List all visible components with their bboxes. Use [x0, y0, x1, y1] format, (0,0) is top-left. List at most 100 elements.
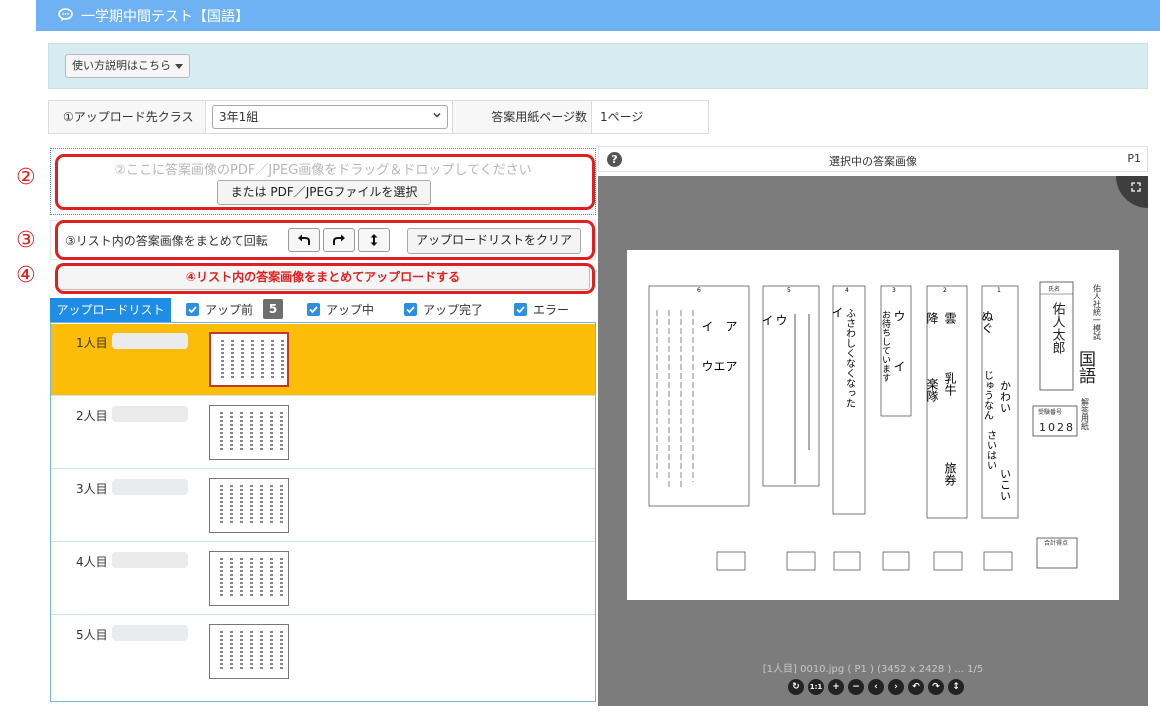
chat-bubble-icon	[58, 8, 73, 22]
actual-size-button[interactable]: 1:1	[808, 679, 824, 695]
student-label: 5人目	[76, 628, 108, 642]
pages-value: 1ページ	[591, 100, 709, 134]
vertical-arrows-icon: ↕	[952, 682, 960, 692]
pages-label: 答案用紙ページ数	[452, 100, 592, 134]
step-2-highlight	[55, 154, 595, 210]
section-number: 2	[943, 287, 947, 294]
fullscreen-toggle[interactable]	[1116, 176, 1148, 208]
answer-text: ふさわしくなくなった	[844, 308, 856, 408]
flip-view-button[interactable]: ↕	[948, 679, 964, 695]
section-number: 4	[845, 287, 849, 294]
answer-thumbnail[interactable]	[209, 478, 289, 533]
answer-text: イ	[760, 314, 774, 326]
sheet-doc: 解答用紙	[1081, 397, 1090, 431]
filter-error-label: エラー	[533, 303, 570, 317]
page-title: 一学期中間テスト【国語】	[81, 9, 249, 25]
chevron-right-icon: ›	[894, 682, 898, 692]
student-name-placeholder	[112, 406, 188, 422]
answer-text: 雲	[943, 312, 957, 324]
answer-text: ウ	[774, 314, 788, 326]
answer-sheet-drawing: 佑人社統一模試 国語 解答用紙 氏名 佑人太郎 受験番号 1028 合計得点 1…	[648, 281, 1102, 571]
filter-uploading-label: アップ中	[326, 303, 375, 317]
answer-text: ウ	[892, 310, 906, 322]
section-number: 5	[787, 287, 791, 294]
answer-text: ぬぐ	[980, 310, 994, 334]
checkmark-icon	[188, 306, 197, 314]
answer-text: 旅券	[943, 462, 957, 486]
image-caption: [1人目] 0010.jpg ( P1 ) (3452 x 2428 ) ...…	[762, 664, 984, 675]
chevron-down-icon	[433, 113, 441, 118]
name-label: 氏名	[1048, 285, 1060, 293]
answer-text: 楽隊	[925, 378, 939, 402]
image-viewer[interactable]: 佑人社統一模試 国語 解答用紙 氏名 佑人太郎 受験番号 1028 合計得点 1…	[598, 176, 1148, 706]
answer-thumbnail[interactable]	[209, 332, 289, 387]
filter-done-label: アップ完了	[423, 303, 484, 317]
answer-thumbnail[interactable]	[209, 624, 289, 679]
checkmark-icon	[309, 306, 318, 314]
rotate-left-icon: ↶	[912, 682, 920, 692]
list-item[interactable]: 3人目	[51, 470, 595, 542]
class-select-value: 3年1組	[219, 110, 259, 124]
answer-text: ア	[724, 320, 738, 332]
answer-thumbnail[interactable]	[209, 551, 289, 606]
answer-text: 乳牛	[943, 372, 957, 396]
upload-list: 1人目 2人目 3人目 4人目 5人目	[50, 322, 596, 702]
exam-no-label: 受験番号	[1038, 408, 1062, 416]
list-item[interactable]: 4人目	[51, 543, 595, 615]
zoom-in-button[interactable]: +	[828, 679, 844, 695]
next-button[interactable]: ›	[888, 679, 904, 695]
checkmark-icon	[516, 306, 525, 314]
answer-text: お待ちしています	[880, 310, 891, 382]
class-select[interactable]: 3年1組	[212, 105, 448, 129]
step-3-marker: ③	[16, 228, 36, 253]
rotate-left-view-button[interactable]: ↶	[908, 679, 924, 695]
before-count-badge: 5	[263, 299, 283, 319]
zoom-out-button[interactable]: −	[848, 679, 864, 695]
filter-before-checkbox[interactable]	[186, 303, 199, 316]
reset-button[interactable]: ↻	[788, 679, 804, 695]
rotate-right-view-button[interactable]: ↷	[928, 679, 944, 695]
rotate-right-icon: ↷	[932, 682, 940, 692]
answer-text: イ	[892, 360, 906, 372]
step-4-highlight	[55, 263, 595, 294]
plus-icon: +	[832, 682, 840, 692]
help-dropdown-button[interactable]: 使い方説明はこちら	[65, 54, 190, 78]
total-label: 合計得点	[1044, 539, 1068, 547]
student-name-placeholder	[112, 625, 188, 641]
chevron-left-icon: ‹	[874, 682, 878, 692]
step-2-marker: ②	[16, 165, 36, 190]
caret-down-icon	[175, 63, 183, 69]
help-button-label: 使い方説明はこちら	[72, 59, 171, 72]
checkmark-icon	[406, 306, 415, 314]
section-number: 3	[892, 287, 896, 294]
student-name: 佑人太郎	[1050, 302, 1066, 354]
list-item[interactable]: 1人目	[51, 324, 595, 396]
step-4-marker: ④	[16, 263, 36, 288]
answer-text: かわい	[999, 380, 1012, 413]
filter-uploading-checkbox[interactable]	[307, 303, 320, 316]
student-name-placeholder	[112, 479, 188, 495]
answer-thumbnail[interactable]	[209, 405, 289, 460]
filter-before-label: アップ前	[205, 303, 254, 317]
refresh-icon: ↻	[792, 682, 800, 692]
list-item[interactable]: 5人目	[51, 616, 595, 688]
class-label: ①アップロード先クラス	[48, 100, 206, 134]
student-name-placeholder	[112, 552, 188, 568]
answer-text: ア	[724, 360, 738, 372]
filter-error-checkbox[interactable]	[514, 303, 527, 316]
filter-done-checkbox[interactable]	[404, 303, 417, 316]
actual-size-icon: 1:1	[809, 683, 823, 691]
viewer-header: ? 選択中の答案画像 P1	[598, 146, 1148, 172]
tab-upload-list[interactable]: アップロードリスト	[50, 298, 171, 322]
prev-button[interactable]: ‹	[868, 679, 884, 695]
answer-text: 降	[925, 312, 939, 324]
minus-icon: −	[852, 682, 860, 692]
answer-text: イ	[700, 320, 714, 332]
section-number: 1	[997, 287, 1001, 294]
list-filters: アップロードリスト アップ前 5 アップ中 アップ完了 エラー	[50, 298, 596, 322]
student-label: 2人目	[76, 409, 108, 423]
answer-text: じゅうなん	[982, 370, 994, 420]
viewer-title: 選択中の答案画像	[829, 155, 917, 168]
sheet-school: 佑人社統一模試	[1093, 283, 1102, 340]
list-item[interactable]: 2人目	[51, 397, 595, 469]
